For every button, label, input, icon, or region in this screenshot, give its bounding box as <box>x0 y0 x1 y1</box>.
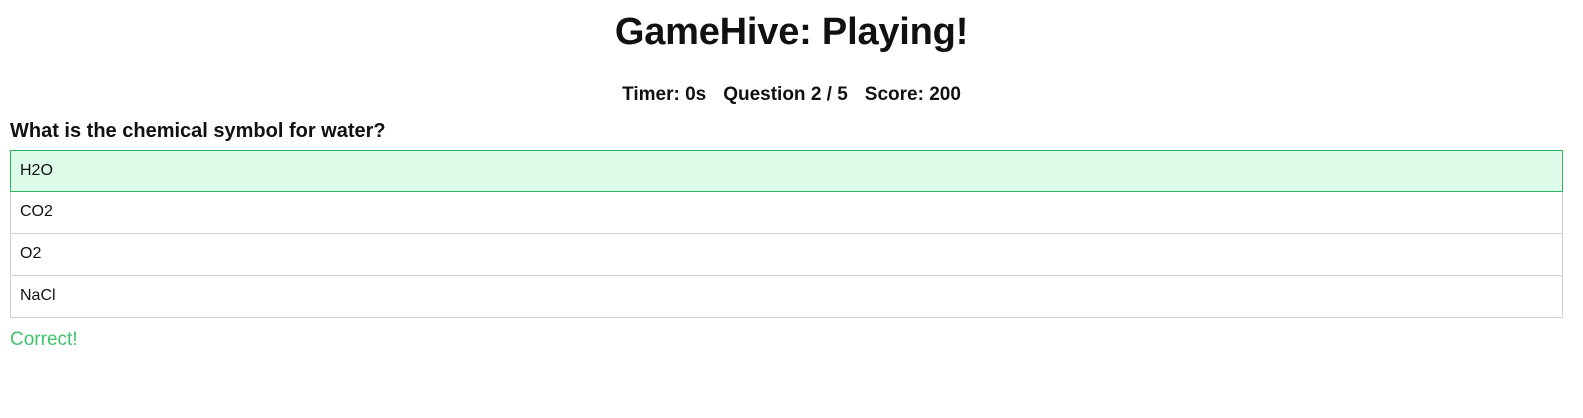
game-stats: Timer: 0s Question 2 / 5 Score: 200 <box>10 83 1573 107</box>
answer-option-o2[interactable]: O2 <box>10 234 1563 276</box>
score-display: Score: 200 <box>864 84 961 105</box>
question-text: What is the chemical symbol for water? <box>10 120 386 142</box>
game-page: GameHive: Playing! Timer: 0s Question 2 … <box>0 0 1583 418</box>
question-counter: Question 2 / 5 <box>723 84 848 105</box>
answer-option-nacl[interactable]: NaCl <box>10 276 1563 318</box>
answer-list: H2O CO2 O2 NaCl <box>10 150 1563 318</box>
answer-option-h2o[interactable]: H2O <box>10 150 1563 192</box>
page-title: GameHive: Playing! <box>614 11 969 53</box>
answer-feedback: Correct! <box>10 329 78 350</box>
answer-option-co2[interactable]: CO2 <box>10 192 1563 234</box>
timer-display: Timer: 0s <box>622 84 707 105</box>
